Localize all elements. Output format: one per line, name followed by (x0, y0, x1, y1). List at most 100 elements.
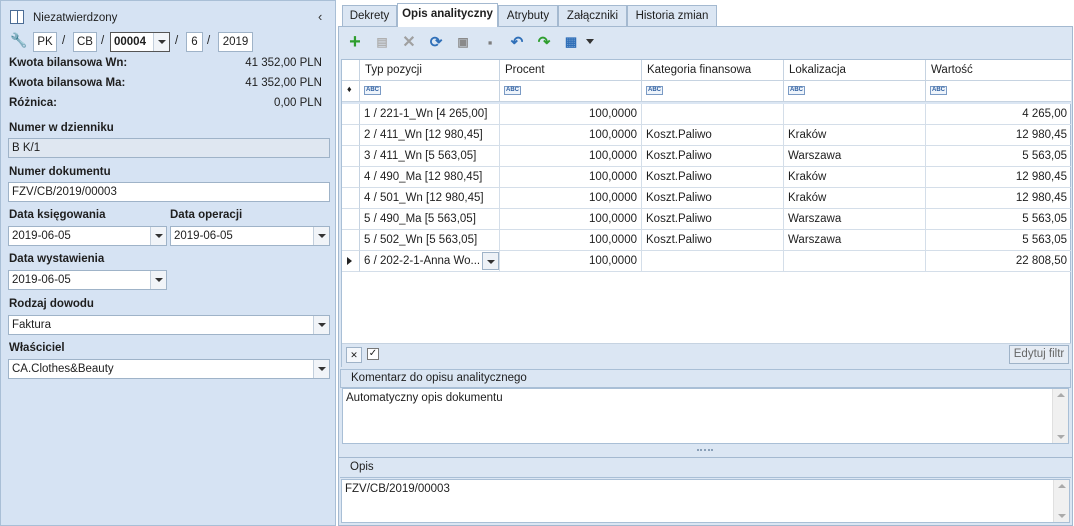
save-icon[interactable]: ▪ (480, 32, 500, 52)
cell-kategoria[interactable]: Koszt.Paliwo (642, 230, 784, 251)
cell-wartosc[interactable]: 5 563,05 (926, 209, 1071, 230)
cell-kategoria[interactable]: Koszt.Paliwo (642, 146, 784, 167)
tab-zalaczniki[interactable]: Załączniki (558, 5, 627, 26)
document-number-field[interactable]: FZV/CB/2019/00003 (8, 182, 330, 202)
row-indicator[interactable] (342, 104, 360, 125)
comment-scrollbar[interactable] (1052, 389, 1068, 443)
cell-typ-pozycji[interactable]: 1 / 221-1_Wn [4 265,00] (360, 104, 500, 125)
cell-wartosc[interactable]: 12 980,45 (926, 167, 1071, 188)
description-textarea[interactable]: FZV/CB/2019/00003 (341, 479, 1070, 523)
column-header-lokalizacja[interactable]: Lokalizacja (784, 60, 926, 81)
add-icon[interactable]: + (345, 31, 365, 53)
filter-cell-kategoria[interactable]: ABC (642, 81, 784, 102)
collapse-panel-button[interactable]: ‹ (318, 9, 322, 24)
table-row[interactable]: 6 / 202-2-1-Anna Wo... 100,0000 22 808,50 (342, 251, 1071, 272)
cell-kategoria[interactable] (642, 251, 784, 272)
wrench-icon[interactable]: 🔧 (10, 32, 27, 49)
row-indicator[interactable] (342, 188, 360, 209)
table-row[interactable]: 5 / 502_Wn [5 563,05] 100,0000 Koszt.Paliw… (342, 230, 1071, 251)
docnum-year-field[interactable]: 2019 (218, 32, 253, 52)
filter-cell-typ[interactable]: ABC (360, 81, 500, 102)
column-header-procent[interactable]: Procent (500, 60, 642, 81)
chevron-down-icon[interactable] (150, 271, 166, 289)
docnum-month-field[interactable]: 6 (186, 32, 203, 52)
cell-procent[interactable]: 100,0000 (500, 104, 642, 125)
cell-kategoria[interactable] (642, 104, 784, 125)
table-row[interactable]: 4 / 490_Ma [12 980,45] 100,0000 Koszt.Pali… (342, 167, 1071, 188)
cell-procent[interactable]: 100,0000 (500, 230, 642, 251)
chevron-down-icon[interactable] (153, 33, 169, 51)
row-indicator[interactable] (342, 230, 360, 251)
table-row[interactable]: 2 / 411_Wn [12 980,45] 100,0000 Koszt.Pali… (342, 125, 1071, 146)
chevron-down-icon[interactable] (586, 39, 594, 44)
docnum-series-field[interactable]: PK (33, 32, 57, 52)
cell-typ-pozycji[interactable]: 5 / 490_Ma [5 563,05] (360, 209, 500, 230)
delete-icon[interactable]: ✕ (399, 32, 419, 52)
splitter-handle[interactable] (697, 449, 713, 453)
cell-kategoria[interactable]: Koszt.Paliwo (642, 167, 784, 188)
row-indicator[interactable] (342, 146, 360, 167)
cell-typ-pozycji[interactable]: 4 / 501_Wn [12 980,45] (360, 188, 500, 209)
edit-filter-button[interactable]: Edytuj filtr (1009, 345, 1069, 364)
cell-lokalizacja[interactable]: Kraków (784, 125, 926, 146)
cell-procent[interactable]: 100,0000 (500, 167, 642, 188)
column-header-typ-pozycji[interactable]: Typ pozycji (360, 60, 500, 81)
table-row[interactable]: 4 / 501_Wn [12 980,45] 100,0000 Koszt.Pali… (342, 188, 1071, 209)
table-options-icon[interactable]: ▦ (561, 32, 581, 52)
table-row[interactable]: 5 / 490_Ma [5 563,05] 100,0000 Koszt.Paliw… (342, 209, 1071, 230)
tab-atrybuty[interactable]: Atrybuty (498, 5, 558, 26)
table-row[interactable]: 1 / 221-1_Wn [4 265,00] 100,0000 4 265,00 (342, 104, 1071, 125)
cell-wartosc[interactable]: 5 563,05 (926, 146, 1071, 167)
proof-type-select[interactable]: Faktura (8, 315, 330, 335)
tab-opis-analityczny[interactable]: Opis analityczny (397, 3, 498, 27)
cell-typ-pozycji[interactable]: 3 / 411_Wn [5 563,05] (360, 146, 500, 167)
edit-icon[interactable]: ▤ (372, 32, 392, 52)
row-indicator[interactable] (342, 167, 360, 188)
cell-typ-pozycji[interactable]: 4 / 490_Ma [12 980,45] (360, 167, 500, 188)
chevron-down-icon[interactable] (313, 316, 329, 334)
cell-wartosc[interactable]: 12 980,45 (926, 125, 1071, 146)
clear-filter-button[interactable]: ✕ (346, 347, 362, 363)
operation-date-field[interactable]: 2019-06-05 (170, 226, 330, 246)
cell-lokalizacja[interactable]: Kraków (784, 167, 926, 188)
owner-select[interactable]: CA.Clothes&Beauty (8, 359, 330, 379)
row-indicator[interactable] (342, 125, 360, 146)
chevron-down-icon[interactable] (150, 227, 166, 245)
cell-lokalizacja[interactable]: Warszawa (784, 209, 926, 230)
chevron-down-icon[interactable] (313, 360, 329, 378)
tab-historia-zmian[interactable]: Historia zmian (627, 5, 717, 26)
cell-procent[interactable]: 100,0000 (500, 209, 642, 230)
filter-active-checkbox[interactable]: ✓ (367, 348, 379, 360)
cell-procent[interactable]: 100,0000 (500, 251, 642, 272)
cell-procent[interactable]: 100,0000 (500, 188, 642, 209)
docnum-register-field[interactable]: CB (73, 32, 97, 52)
refresh-icon[interactable]: ⟳ (426, 32, 446, 52)
cell-lokalizacja[interactable] (784, 251, 926, 272)
filter-cell-lokalizacja[interactable]: ABC (784, 81, 926, 102)
chevron-down-icon[interactable] (482, 252, 499, 270)
cell-wartosc[interactable]: 12 980,45 (926, 188, 1071, 209)
cell-kategoria[interactable]: Koszt.Paliwo (642, 209, 784, 230)
cell-wartosc[interactable]: 5 563,05 (926, 230, 1071, 251)
redo-icon[interactable]: ↷ (534, 32, 554, 52)
cell-typ-pozycji[interactable]: 6 / 202-2-1-Anna Wo... (360, 251, 500, 272)
tab-dekrety[interactable]: Dekrety (342, 5, 397, 26)
cell-lokalizacja[interactable] (784, 104, 926, 125)
cell-procent[interactable]: 100,0000 (500, 125, 642, 146)
docnum-number-field[interactable]: 00004 (110, 32, 170, 52)
cell-procent[interactable]: 100,0000 (500, 146, 642, 167)
cell-typ-pozycji[interactable]: 2 / 411_Wn [12 980,45] (360, 125, 500, 146)
cell-lokalizacja[interactable]: Kraków (784, 188, 926, 209)
cell-wartosc[interactable]: 4 265,00 (926, 104, 1071, 125)
cell-kategoria[interactable]: Koszt.Paliwo (642, 125, 784, 146)
booking-date-field[interactable]: 2019-06-05 (8, 226, 167, 246)
description-scrollbar[interactable] (1053, 480, 1069, 522)
cell-typ-pozycji[interactable]: 5 / 502_Wn [5 563,05] (360, 230, 500, 251)
issue-date-field[interactable]: 2019-06-05 (8, 270, 167, 290)
cell-lokalizacja[interactable]: Warszawa (784, 146, 926, 167)
cell-kategoria[interactable]: Koszt.Paliwo (642, 188, 784, 209)
cell-wartosc[interactable]: 22 808,50 (926, 251, 1071, 272)
export-icon[interactable]: ▣ (453, 32, 473, 52)
column-header-wartosc[interactable]: Wartość (926, 60, 1071, 81)
row-indicator[interactable] (342, 209, 360, 230)
